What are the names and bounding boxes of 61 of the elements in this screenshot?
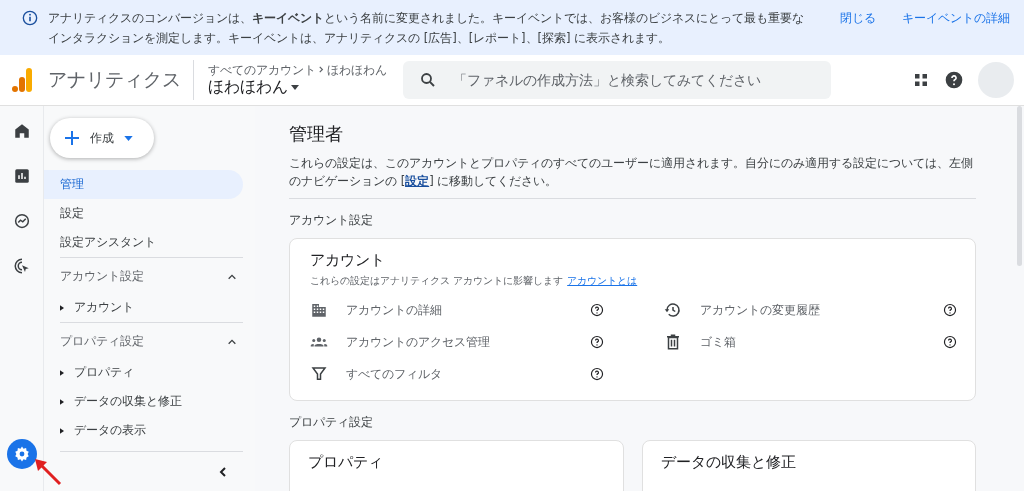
nav-item[interactable]: データの表示 xyxy=(54,416,152,445)
analytics-logo-icon xyxy=(12,68,34,92)
create-button[interactable]: 作成 xyxy=(50,118,154,158)
help-icon[interactable] xyxy=(944,70,964,90)
nav-item[interactable]: 設定 xyxy=(44,199,243,228)
bar-chart-icon xyxy=(12,167,31,185)
section-heading: アカウント設定 xyxy=(289,213,374,228)
card-title: アカウント xyxy=(310,251,386,270)
banner-link[interactable]: キーイベントの詳細 xyxy=(902,8,1010,28)
nav-item[interactable]: プロパティ xyxy=(54,358,140,387)
help-icon[interactable] xyxy=(589,335,604,349)
help-icon[interactable] xyxy=(589,303,604,317)
breadcrumb-link[interactable]: すべてのアカウント xyxy=(208,62,316,77)
nav-item[interactable]: 管理 xyxy=(44,170,243,199)
page-description: これらの設定は、このアカウントとプロパティのすべてのユーザーに適用されます。自分にのみ適用する設定については、左側のナビゲーションの [設定] に移動してください。 xyxy=(289,154,976,199)
nav-item[interactable]: データの収集と修正 xyxy=(54,387,188,416)
breadcrumb-item: ほわほわん xyxy=(327,62,387,77)
info-icon xyxy=(22,10,38,26)
help-icon[interactable] xyxy=(943,335,957,349)
filter-icon xyxy=(310,365,328,383)
expand-triangle-icon xyxy=(60,427,64,434)
home-icon xyxy=(12,122,31,140)
settings-item[interactable]: アカウントの変更履歴 xyxy=(663,294,957,326)
settings-link[interactable]: 設定 xyxy=(405,174,430,188)
trend-circle-icon xyxy=(12,212,31,230)
scrollbar[interactable] xyxy=(1017,106,1022,266)
expand-triangle-icon xyxy=(60,369,64,376)
settings-item[interactable]: アカウントのアクセス管理 xyxy=(310,326,604,358)
nav-section-header[interactable]: アカウント設定 xyxy=(60,260,243,293)
expand-triangle-icon xyxy=(60,398,64,405)
settings-button[interactable] xyxy=(6,439,37,469)
help-icon[interactable] xyxy=(943,303,957,317)
card-title: データの収集と修正 xyxy=(660,453,797,472)
banner-message: アナリティクスのコンバージョンは、キーイベントという名前に変更されました。キーイベントでは、お客様のビジネスにとって最も重要なインタラクションを測定します。キーイベントは、アナリティクスの [広告]、[レポート]、[探索] に表示されます。 xyxy=(48,10,805,47)
target-cursor-icon xyxy=(12,257,31,275)
settings-item[interactable]: ゴミ箱 xyxy=(663,326,957,358)
section-heading: プロパティ設定 xyxy=(289,415,374,430)
product-name: アナリティクス xyxy=(48,67,181,92)
building-icon xyxy=(310,301,328,319)
card-title: プロパティ xyxy=(308,453,384,472)
plus-icon xyxy=(64,130,80,146)
annotation-arrow xyxy=(32,456,64,486)
nav-section-header[interactable]: プロパティ設定 xyxy=(60,325,243,358)
help-link[interactable]: アカウントとは xyxy=(567,274,638,288)
settings-item[interactable]: すべてのフィルタ xyxy=(310,358,604,390)
settings-item[interactable]: アカウントの詳細 xyxy=(310,294,604,326)
card-description: これらの設定はアナリティクス アカウントに影響します xyxy=(310,274,564,288)
page-title: 管理者 xyxy=(289,122,344,146)
dropdown-caret-icon xyxy=(291,84,299,90)
apps-grid-icon[interactable] xyxy=(912,71,930,89)
dropdown-caret-icon xyxy=(124,135,133,141)
search-field[interactable]: 「ファネルの作成方法」と検索してみてください xyxy=(403,61,831,99)
history-icon xyxy=(663,301,682,319)
account-picker[interactable]: ほわほわん xyxy=(208,76,387,98)
help-icon[interactable] xyxy=(589,367,604,381)
nav-item[interactable]: 設定アシスタント xyxy=(44,228,243,257)
chevron-right-icon xyxy=(318,66,325,73)
banner-link[interactable]: 閉じる xyxy=(840,8,876,28)
chevron-left-icon xyxy=(217,465,229,478)
expand-triangle-icon xyxy=(60,304,64,311)
nav-item[interactable]: アカウント xyxy=(54,293,140,322)
